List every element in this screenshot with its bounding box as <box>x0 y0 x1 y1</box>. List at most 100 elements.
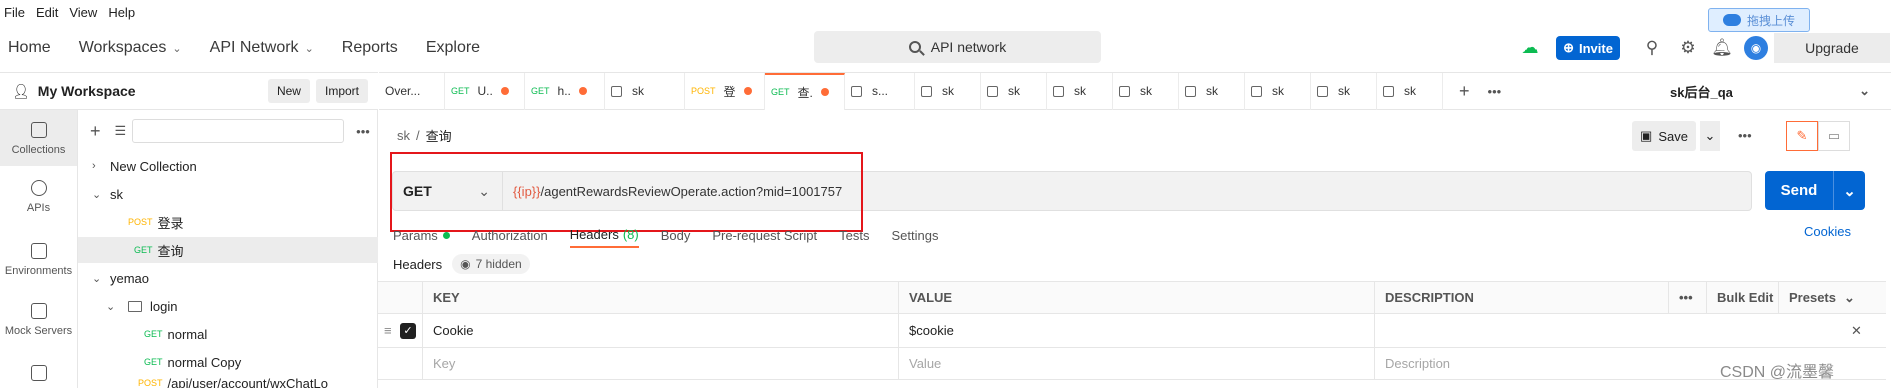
tree-request-last[interactable]: POST /api/user/account/wxChatLo <box>78 376 378 388</box>
key-input[interactable]: Key <box>422 348 898 379</box>
row-value-field[interactable]: $cookie <box>898 314 1374 347</box>
cloud-sync-icon[interactable]: ☁ <box>1518 36 1542 60</box>
filter-input[interactable] <box>132 119 345 143</box>
unsaved-dot <box>578 87 587 95</box>
bell-icon[interactable]: 🔔︎ <box>1710 36 1734 60</box>
rail-monitors[interactable] <box>0 365 77 387</box>
presets-dropdown[interactable]: Presets ⌄ <box>1778 282 1886 313</box>
nav-explore[interactable]: Explore <box>426 39 480 57</box>
search-bar[interactable]: API network <box>814 31 1101 63</box>
import-button[interactable]: Import <box>315 79 368 103</box>
nav-api-network[interactable]: API Network ⌄ <box>210 39 314 57</box>
save-dropdown[interactable]: ⌄ <box>1700 121 1720 151</box>
request-tab[interactable]: POST 登 <box>685 72 765 110</box>
nav-reports[interactable]: Reports <box>342 39 398 57</box>
tab-headers[interactable]: Headers (8) <box>569 222 639 248</box>
cookies-link[interactable]: Cookies <box>1804 224 1851 239</box>
tab-tests[interactable]: Tests <box>839 222 869 248</box>
tab-authorization[interactable]: Authorization <box>472 222 548 248</box>
tree-label: sk <box>110 186 123 202</box>
tab-label: Over... <box>385 84 421 98</box>
value-input[interactable]: Value <box>898 348 1374 379</box>
gear-icon[interactable]: ⚙ <box>1676 36 1700 60</box>
tree-collection-sk[interactable]: ⌄ sk <box>78 181 378 207</box>
rail-mock-servers[interactable]: Mock Servers <box>0 303 77 337</box>
chevron-down-icon: ⌄ <box>1843 289 1855 305</box>
request-tab[interactable]: Over... <box>379 72 445 110</box>
more-icon[interactable]: ••• <box>356 124 370 139</box>
nav-workspaces[interactable]: Workspaces ⌄ <box>79 39 182 57</box>
request-tab[interactable]: sk <box>1245 72 1311 110</box>
tree-new-collection[interactable]: › New Collection <box>78 153 378 179</box>
tree-folder-login[interactable]: ⌄ login <box>78 293 378 319</box>
breadcrumb-request[interactable]: 查询 <box>426 126 452 145</box>
row-description-field[interactable] <box>1374 314 1886 347</box>
tab-label: Authorization <box>471 227 548 243</box>
environment-select[interactable]: sk后台_qa ⌄ <box>1670 72 1870 110</box>
tab-params[interactable]: Params <box>393 222 450 248</box>
request-tab[interactable]: GET h.. <box>525 72 605 110</box>
request-tab[interactable]: GET U.. <box>445 72 525 110</box>
tab-label: Pre-request Script <box>712 227 818 243</box>
save-button[interactable]: ▣ Save <box>1632 121 1696 151</box>
request-tab[interactable]: s... <box>845 72 915 110</box>
drag-handle-icon[interactable]: ≡ <box>378 314 400 347</box>
tree-collection-yemao[interactable]: ⌄ yemao <box>78 265 378 291</box>
row-key-field[interactable]: Cookie <box>422 314 898 347</box>
tree-label: New Collection <box>110 158 197 174</box>
new-button[interactable]: New <box>267 79 310 103</box>
menu-view[interactable]: View <box>69 5 97 20</box>
comment-icon[interactable]: ▭ <box>1818 121 1850 151</box>
tree-request-query[interactable]: GET 查询 <box>78 237 378 263</box>
request-tab[interactable]: sk <box>1047 72 1113 110</box>
upgrade-button[interactable]: Upgrade <box>1774 33 1890 63</box>
rail-mock-servers-label: Mock Servers <box>4 325 73 337</box>
menu-help[interactable]: Help <box>108 5 135 20</box>
rail-apis[interactable]: APIs <box>0 180 77 214</box>
tree-request-login[interactable]: POST 登录 <box>78 209 378 235</box>
request-tab[interactable]: sk <box>605 72 685 110</box>
avatar[interactable]: ◉ <box>1744 36 1768 60</box>
request-tab[interactable]: sk <box>1179 72 1245 110</box>
request-tab[interactable]: sk <box>1311 72 1377 110</box>
chevron-down-icon: ⌄ <box>92 188 102 201</box>
close-icon[interactable]: ✕ <box>1851 323 1862 339</box>
table-row: ≡ ✓ Cookie $cookie ✕ <box>378 314 1886 348</box>
plus-icon[interactable]: + <box>1459 81 1470 102</box>
folder-icon <box>128 300 142 312</box>
upgrade-label: Upgrade <box>1805 40 1859 56</box>
menu-edit[interactable]: Edit <box>36 5 58 20</box>
plus-icon[interactable]: + <box>90 121 101 142</box>
satellite-icon[interactable]: ⚲ <box>1640 36 1664 60</box>
edit-icon[interactable]: ✎ <box>1786 121 1818 151</box>
menu-file[interactable]: File <box>4 5 25 20</box>
request-tab[interactable]: sk <box>981 72 1047 110</box>
chevron-down-icon: ⌄ <box>172 42 182 55</box>
send-button[interactable]: Send ⌄ <box>1765 171 1865 210</box>
request-tab[interactable]: sk <box>1113 72 1179 110</box>
hidden-headers-toggle[interactable]: ◉ 7 hidden <box>452 254 530 274</box>
request-tab[interactable]: GET 查. <box>765 72 845 110</box>
rail-collections[interactable]: Collections <box>0 110 77 166</box>
request-tab[interactable]: sk <box>1377 72 1443 110</box>
row-checkbox[interactable]: ✓ <box>400 314 422 347</box>
filter-icon[interactable]: ☰ <box>115 123 127 139</box>
more-icon[interactable]: ••• <box>1668 282 1706 313</box>
tab-prerequest[interactable]: Pre-request Script <box>712 222 817 248</box>
breadcrumb-collection[interactable]: sk <box>397 128 410 143</box>
more-icon[interactable]: ••• <box>1738 128 1752 143</box>
rail-environments[interactable]: Environments <box>0 243 77 277</box>
tab-label: sk <box>1206 84 1218 98</box>
tab-settings[interactable]: Settings <box>891 222 938 248</box>
tab-body[interactable]: Body <box>661 222 691 248</box>
tree-request-normal[interactable]: GET normal <box>78 321 378 347</box>
nav-home[interactable]: Home <box>8 39 51 57</box>
chevron-down-icon[interactable]: ⌄ <box>1834 182 1865 200</box>
invite-button[interactable]: ⊕ Invite <box>1556 36 1620 60</box>
tree-request-normal-copy[interactable]: GET normal Copy <box>78 349 378 375</box>
nav-workspaces-label: Workspaces <box>78 39 167 56</box>
request-tab[interactable]: sk <box>915 72 981 110</box>
bulk-edit-button[interactable]: Bulk Edit <box>1706 282 1778 313</box>
more-icon[interactable]: ••• <box>1488 84 1502 99</box>
request-icon <box>611 85 622 97</box>
